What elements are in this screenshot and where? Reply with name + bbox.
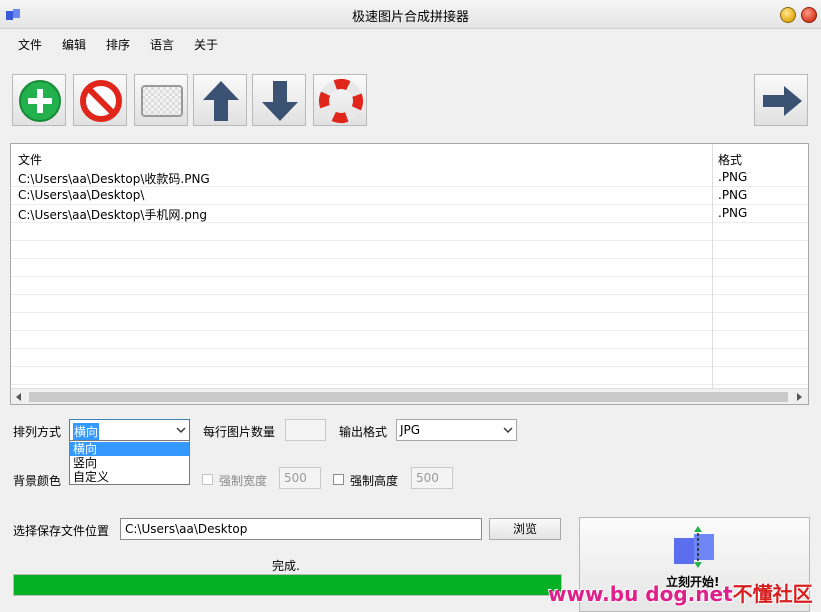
title-bar: 极速图片合成拼接器 xyxy=(0,0,821,29)
output-format-select[interactable]: JPG xyxy=(396,419,517,441)
per-row-label: 每行图片数量 xyxy=(203,425,276,439)
force-width-checkbox[interactable] xyxy=(202,474,213,485)
output-format-value: JPG xyxy=(400,423,421,437)
scroll-right-icon[interactable] xyxy=(795,393,803,401)
add-icon xyxy=(19,80,61,122)
next-arrow-icon xyxy=(763,86,802,116)
menu-sort[interactable]: 排序 xyxy=(104,36,132,53)
add-button[interactable] xyxy=(12,74,66,126)
save-path-input[interactable]: C:\Users\aa\Desktop xyxy=(120,518,482,540)
column-header-file[interactable]: 文件 xyxy=(18,151,42,168)
empty-row xyxy=(11,259,808,277)
arrange-select[interactable]: 横向 xyxy=(69,419,190,441)
watermark: www.bu dog.net不懂社区 xyxy=(548,578,813,607)
lifebuoy-icon xyxy=(319,79,363,123)
chevron-down-icon xyxy=(503,427,513,433)
file-path: C:\Users\aa\Desktop\收款码.PNG xyxy=(18,172,210,186)
empty-row xyxy=(11,367,808,385)
arrange-option-vertical[interactable]: 竖向 xyxy=(70,456,189,470)
move-down-icon xyxy=(262,81,298,121)
arrange-option-horizontal[interactable]: 横向 xyxy=(70,442,189,456)
column-header-format[interactable]: 格式 xyxy=(718,151,742,168)
browse-button[interactable]: 浏览 xyxy=(489,518,561,540)
merge-images-icon xyxy=(674,526,714,568)
empty-row xyxy=(11,223,808,241)
move-down-button[interactable] xyxy=(252,74,306,126)
menu-file[interactable]: 文件 xyxy=(16,36,44,53)
list-header: 文件 格式 xyxy=(11,144,808,168)
save-path-value: C:\Users\aa\Desktop xyxy=(125,522,248,536)
remove-icon xyxy=(80,80,122,122)
minimize-button[interactable] xyxy=(780,7,796,23)
save-location-label: 选择保存文件位置 xyxy=(13,524,110,538)
table-row[interactable]: C:\Users\aa\Desktop\ .PNG xyxy=(11,187,808,205)
arrange-dropdown-list[interactable]: 横向 竖向 自定义 xyxy=(69,440,190,485)
progress-fill xyxy=(14,575,561,595)
horizontal-scrollbar[interactable] xyxy=(11,388,808,404)
move-up-icon xyxy=(203,81,239,121)
per-row-input[interactable] xyxy=(285,419,326,441)
menu-language[interactable]: 语言 xyxy=(148,36,176,53)
file-format: .PNG xyxy=(718,188,748,202)
file-list[interactable]: 文件 格式 C:\Users\aa\Desktop\收款码.PNG .PNG C… xyxy=(10,143,809,405)
force-width-input[interactable]: 500 xyxy=(279,467,321,489)
remove-button[interactable] xyxy=(73,74,127,126)
clear-button[interactable] xyxy=(134,74,188,126)
menu-edit[interactable]: 编辑 xyxy=(60,36,88,53)
force-height-value: 500 xyxy=(416,471,439,485)
table-row[interactable]: C:\Users\aa\Desktop\收款码.PNG .PNG xyxy=(11,169,808,187)
progress-bar xyxy=(13,574,562,596)
table-row[interactable]: C:\Users\aa\Desktop\手机网.png .PNG xyxy=(11,205,808,223)
next-button[interactable] xyxy=(754,74,808,126)
watermark-site: 不懂社区 xyxy=(732,582,813,606)
force-height-checkbox[interactable] xyxy=(333,474,344,485)
force-width-label: 强制宽度 xyxy=(219,474,268,488)
empty-row xyxy=(11,313,808,331)
empty-row xyxy=(11,277,808,295)
window-title: 极速图片合成拼接器 xyxy=(351,10,469,25)
output-format-label: 输出格式 xyxy=(339,425,388,439)
empty-row xyxy=(11,349,808,367)
file-format: .PNG xyxy=(718,206,748,220)
menu-about[interactable]: 关于 xyxy=(192,36,220,53)
empty-row xyxy=(11,241,808,259)
file-format: .PNG xyxy=(718,170,748,184)
bg-color-label: 背景颜色 xyxy=(13,474,62,488)
scrollbar-thumb[interactable] xyxy=(29,392,788,402)
force-width-value: 500 xyxy=(284,471,307,485)
status-text: 完成. xyxy=(272,559,300,573)
move-up-button[interactable] xyxy=(193,74,247,126)
arrange-label: 排列方式 xyxy=(13,425,62,439)
empty-row xyxy=(11,331,808,349)
close-button[interactable] xyxy=(801,7,817,23)
force-height-input[interactable]: 500 xyxy=(411,467,453,489)
file-path: C:\Users\aa\Desktop\ xyxy=(18,188,145,202)
arrange-option-custom[interactable]: 自定义 xyxy=(70,470,189,484)
force-height-label: 强制高度 xyxy=(350,474,399,488)
clear-icon xyxy=(141,85,183,117)
column-divider xyxy=(712,144,713,388)
arrange-value: 横向 xyxy=(73,423,100,440)
watermark-url: www.bu dog.net xyxy=(548,582,733,606)
empty-row xyxy=(11,295,808,313)
help-button[interactable] xyxy=(313,74,367,126)
scroll-left-icon[interactable] xyxy=(15,393,23,401)
file-path: C:\Users\aa\Desktop\手机网.png xyxy=(18,208,208,222)
chevron-down-icon xyxy=(176,427,186,433)
